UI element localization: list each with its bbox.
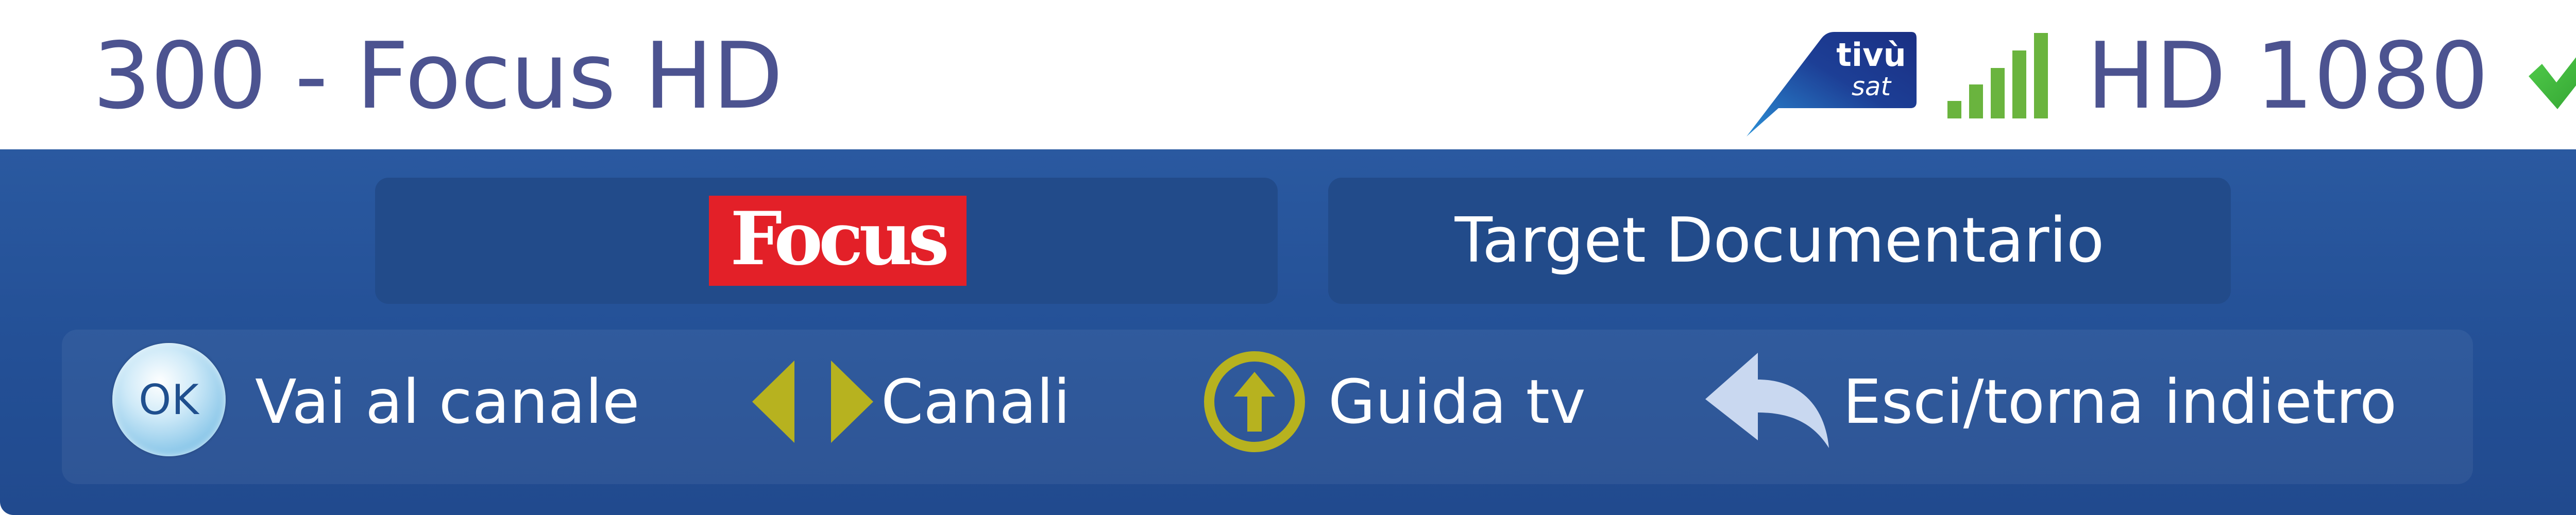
channel-title: 300 - Focus HD — [93, 23, 783, 129]
channels-action-label: Canali — [881, 366, 1071, 437]
info-bar: Focus Target Documentario OK Vai al cana… — [0, 149, 2576, 515]
focus-logo: Focus — [709, 196, 967, 286]
ok-button[interactable]: OK — [112, 343, 226, 456]
channel-info-overlay: 300 - Focus HD tivù sat HD 1080 Focus Ta… — [0, 0, 2576, 515]
channel-header: 300 - Focus HD tivù sat HD 1080 — [0, 0, 2576, 149]
left-right-arrows-icon[interactable] — [752, 360, 873, 443]
focus-logo-text: Focus — [730, 196, 949, 282]
tivusat-logo-line1: tivù — [1836, 36, 1906, 74]
guide-action-label: Guida tv — [1328, 366, 1586, 437]
back-arrow-icon[interactable] — [1705, 353, 1829, 448]
tivusat-logo: tivù sat — [1747, 32, 1917, 136]
check-icon — [2529, 57, 2576, 109]
remote-controls-legend: OK Vai al canale Canali Guida tv Esci/to… — [62, 330, 2473, 484]
back-action-label: Esci/torna indietro — [1843, 366, 2397, 437]
resolution-label: HD 1080 — [2087, 23, 2489, 129]
tivusat-logo-line2: sat — [1852, 72, 1892, 101]
channel-logo-panel: Focus — [375, 178, 1278, 304]
genre-label: Target Documentario — [1454, 205, 2105, 277]
ok-button-label: OK — [139, 375, 199, 424]
genre-panel: Target Documentario — [1328, 178, 2231, 304]
ok-action-label: Vai al canale — [255, 366, 640, 437]
up-arrow-circle-icon[interactable] — [1203, 350, 1306, 453]
signal-strength-icon — [1947, 33, 2048, 118]
